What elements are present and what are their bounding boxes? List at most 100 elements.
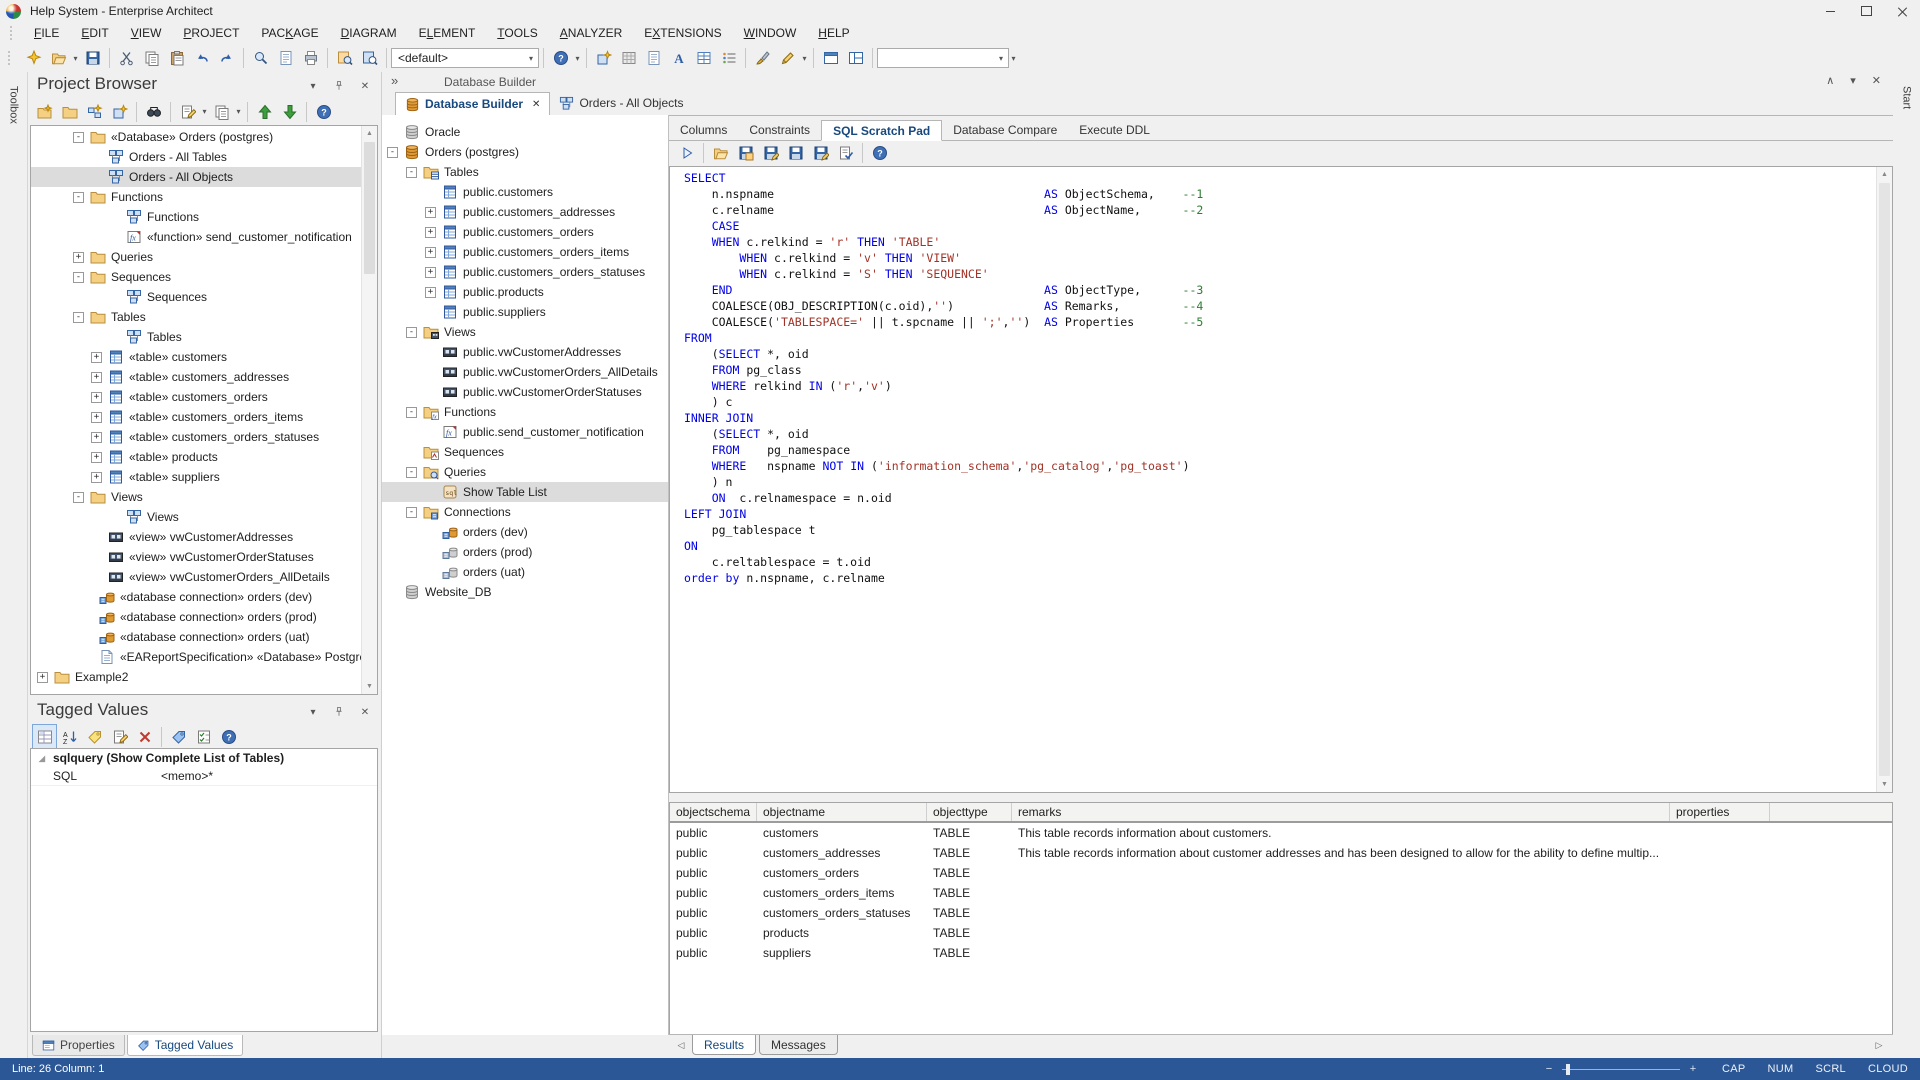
splitter[interactable] [669, 793, 1893, 802]
menu-item-element[interactable]: ELEMENT [408, 23, 487, 43]
project-tree-item[interactable]: Orders - All Tables [31, 147, 377, 167]
column-header-objecttype[interactable]: objecttype [927, 803, 1012, 821]
collapse-icon[interactable]: - [406, 327, 417, 338]
expand-icon[interactable]: + [73, 252, 84, 263]
new-element-button[interactable] [591, 46, 616, 71]
collapse-icon[interactable]: - [73, 192, 84, 203]
result-row[interactable]: publicproductsTABLE [670, 923, 1892, 943]
help-dropdown-arrow[interactable]: ▾ [573, 54, 582, 63]
tagged-value-group[interactable]: ◢ sqlquery (Show Complete List of Tables… [31, 749, 377, 767]
dbbuilder-tree-item[interactable]: +public.customers_orders_items [382, 242, 668, 262]
edit-tag-button[interactable] [107, 724, 132, 749]
save-to-tag-button[interactable] [808, 141, 833, 166]
start-tab[interactable]: Start [1901, 86, 1913, 109]
column-header-remarks[interactable]: remarks [1012, 803, 1670, 821]
dbbuilder-tree-item[interactable]: -Tables [382, 162, 668, 182]
tagged-value-row[interactable]: SQL <memo>* [31, 767, 377, 786]
collapse-icon[interactable]: - [73, 132, 84, 143]
column-header-properties[interactable]: properties [1670, 803, 1770, 821]
project-tree-item[interactable]: -Tables [31, 307, 377, 327]
notes-button[interactable] [641, 46, 666, 71]
save-result-button[interactable] [733, 141, 758, 166]
move-down-button[interactable] [277, 99, 302, 124]
dbbuilder-tree-item[interactable]: fxpublic.send_customer_notification [382, 422, 668, 442]
collapse-icon[interactable]: ∧ [1826, 74, 1834, 87]
open-dropdown-arrow[interactable]: ▾ [71, 54, 80, 63]
project-tree-item[interactable]: «view» vwCustomerOrderStatuses [31, 547, 377, 567]
expand-icon[interactable]: + [425, 207, 436, 218]
menu-item-diagram[interactable]: DIAGRAM [330, 23, 408, 43]
dbbuilder-tree-item[interactable]: public.vwCustomerOrderStatuses [382, 382, 668, 402]
dbbuilder-tree-item[interactable]: -Views [382, 322, 668, 342]
expand-icon[interactable]: + [425, 247, 436, 258]
find-in-browser-button[interactable] [141, 99, 166, 124]
result-row[interactable]: publiccustomers_orders_itemsTABLE [670, 883, 1892, 903]
pin-icon[interactable] [332, 705, 346, 719]
collapse-icon[interactable]: - [406, 167, 417, 178]
relationship-matrix-button[interactable] [691, 46, 716, 71]
dbbuilder-tree-item[interactable]: orders (prod) [382, 542, 668, 562]
save-as-query-button[interactable] [758, 141, 783, 166]
dbbuilder-tree-item[interactable]: +public.customers_addresses [382, 202, 668, 222]
new-package-button[interactable] [57, 99, 82, 124]
expand-icon[interactable]: + [91, 372, 102, 383]
menu-item-extensions[interactable]: EXTENSIONS [633, 23, 732, 43]
find-in-files-button[interactable] [273, 46, 298, 71]
scroll-down-icon[interactable]: ▼ [362, 679, 377, 694]
scroll-down-icon[interactable]: ▼ [1877, 777, 1892, 792]
project-tree-item[interactable]: +«table» customers_orders_items [31, 407, 377, 427]
tags-help-button[interactable]: ? [216, 724, 241, 749]
collapse-icon[interactable]: - [406, 467, 417, 478]
editor-scrollbar[interactable]: ▲ ▼ [1876, 167, 1892, 792]
collapse-icon[interactable]: - [73, 312, 84, 323]
dock-tab-properties[interactable]: Properties [32, 1035, 125, 1056]
zoom-slider[interactable] [1562, 1069, 1680, 1070]
search-combobox[interactable]: ▾ [877, 48, 1009, 68]
project-tree-item[interactable]: Functions [31, 207, 377, 227]
project-tree-item[interactable]: -Sequences [31, 267, 377, 287]
result-row[interactable]: publiccustomers_addressesTABLEThis table… [670, 843, 1892, 863]
result-row[interactable]: publiccustomers_orders_statusesTABLE [670, 903, 1892, 923]
open-project-button[interactable] [46, 46, 71, 71]
menu-item-edit[interactable]: EDIT [70, 23, 119, 43]
panel-menu-icon[interactable]: ▾ [306, 705, 320, 719]
project-tree-item[interactable]: Tables [31, 327, 377, 347]
project-tree-item[interactable]: «view» vwCustomerOrders_AllDetails [31, 567, 377, 587]
expand-icon[interactable]: + [425, 267, 436, 278]
list-view-button[interactable] [716, 46, 741, 71]
dock-tab-tagged-values[interactable]: Tagged Values [127, 1035, 244, 1056]
dbbuilder-tree-item[interactable]: Oracle [382, 122, 668, 142]
help-button[interactable]: ? [548, 46, 573, 71]
new-tag-button[interactable] [82, 724, 107, 749]
combo-dropdown-icon[interactable]: ▾ [526, 54, 536, 63]
collapse-icon[interactable]: - [406, 407, 417, 418]
collapse-triangle-icon[interactable]: ◢ [31, 754, 53, 763]
dbbuilder-tree-item[interactable]: public.customers [382, 182, 668, 202]
save-button[interactable] [80, 46, 105, 71]
menu-item-help[interactable]: HELP [807, 23, 860, 43]
scrollbar-thumb[interactable] [1879, 183, 1890, 776]
expand-icon[interactable]: + [425, 287, 436, 298]
scroll-up-icon[interactable]: ▲ [1877, 167, 1892, 182]
dbbuilder-tree-item[interactable]: -Connections [382, 502, 668, 522]
new-element-button[interactable] [107, 99, 132, 124]
tag-checklist-button[interactable] [191, 724, 216, 749]
tab-close-icon[interactable]: ✕ [532, 99, 540, 110]
project-browser-scrollbar[interactable]: ▲ ▼ [361, 126, 377, 694]
scrollbar-thumb[interactable] [364, 142, 375, 274]
subtab-columns[interactable]: Columns [669, 119, 738, 140]
dbbuilder-tree-item[interactable]: +public.customers_orders [382, 222, 668, 242]
dbbuilder-tree-item[interactable]: +public.products [382, 282, 668, 302]
dbbuilder-tree-item[interactable]: public.vwCustomerAddresses [382, 342, 668, 362]
menu-item-project[interactable]: PROJECT [172, 23, 250, 43]
menu-item-file[interactable]: FILE [23, 23, 70, 43]
new-diagram-button[interactable] [82, 99, 107, 124]
search-button[interactable] [248, 46, 273, 71]
menu-item-window[interactable]: WINDOW [733, 23, 808, 43]
menu-item-analyzer[interactable]: ANALYZER [549, 23, 633, 43]
maximize-button[interactable] [1848, 0, 1884, 22]
project-tree-item[interactable]: Views [31, 507, 377, 527]
caption-overflow-icon[interactable]: » [391, 73, 398, 88]
column-header-objectname[interactable]: objectname [757, 803, 927, 821]
subtab-execute-ddl[interactable]: Execute DDL [1068, 119, 1161, 140]
